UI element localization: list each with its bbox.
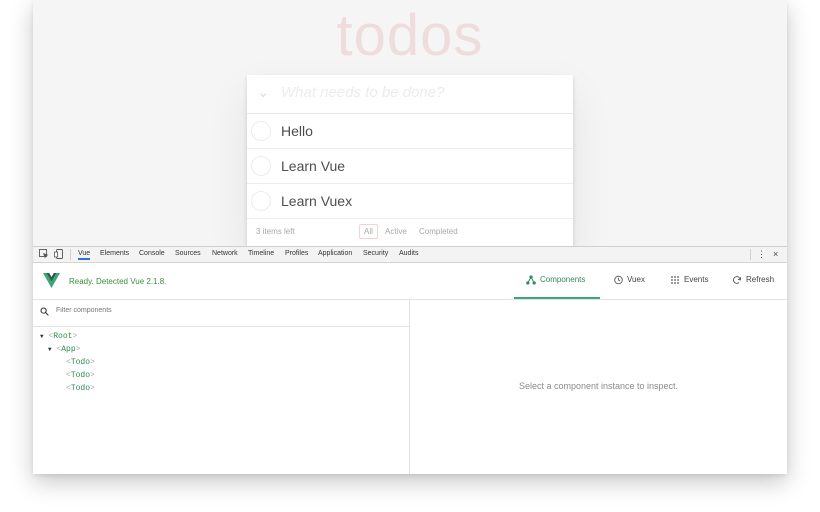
components-icon bbox=[526, 275, 536, 285]
tab-audits[interactable]: Audits bbox=[399, 250, 418, 257]
tab-events-label: Events bbox=[684, 275, 709, 284]
todo-label[interactable]: Hello bbox=[281, 123, 313, 139]
filter-active-link[interactable]: Active bbox=[380, 224, 412, 239]
todo-app: ⌄ Hello Learn Vue Learn Vuex 3 items lef… bbox=[247, 75, 573, 246]
browser-window: todos ⌄ Hello Learn Vue Learn Vuex 3 ite… bbox=[33, 0, 787, 474]
refresh-button[interactable]: Refresh bbox=[732, 275, 774, 299]
devtools-panel: Vue Elements Console Sources Network Tim… bbox=[33, 246, 787, 474]
tab-vuex-label: Vuex bbox=[627, 275, 645, 284]
new-todo-row: ⌄ bbox=[247, 75, 573, 114]
tab-profiles[interactable]: Profiles bbox=[285, 250, 308, 257]
search-icon bbox=[40, 307, 49, 316]
tab-timeline[interactable]: Timeline bbox=[248, 250, 274, 257]
tree-node-app[interactable]: ▼ <App> bbox=[48, 343, 80, 356]
todo-checkbox[interactable] bbox=[251, 156, 271, 176]
tree-node-root[interactable]: ▼ <Root> bbox=[40, 330, 77, 343]
tab-events[interactable]: Events bbox=[670, 275, 708, 299]
component-inspector-pane: Select a component instance to inspect. bbox=[410, 298, 787, 474]
todo-label[interactable]: Learn Vue bbox=[281, 158, 345, 174]
vue-status-message: Ready. Detected Vue 2.1.8. bbox=[69, 277, 167, 286]
history-icon bbox=[614, 275, 623, 285]
expand-arrow-icon[interactable]: ▼ bbox=[40, 333, 44, 340]
todo-item: Learn Vuex bbox=[247, 184, 573, 219]
filter-components-input[interactable] bbox=[56, 307, 356, 314]
toolbar-divider bbox=[750, 249, 751, 260]
tab-elements[interactable]: Elements bbox=[100, 250, 129, 257]
vue-logo-icon bbox=[43, 273, 60, 288]
refresh-icon bbox=[732, 276, 742, 284]
toggle-all-chevron-icon[interactable]: ⌄ bbox=[257, 83, 270, 101]
events-icon bbox=[671, 276, 679, 284]
toolbar-divider bbox=[70, 249, 71, 260]
more-options-icon[interactable]: ⋮ bbox=[757, 249, 766, 260]
tree-node-todo[interactable]: <Todo> bbox=[66, 382, 95, 395]
new-todo-input[interactable] bbox=[281, 84, 561, 101]
filter-row bbox=[33, 298, 409, 327]
vue-devtools-header: Ready. Detected Vue 2.1.8. Components Vu… bbox=[33, 263, 787, 300]
todo-label[interactable]: Learn Vuex bbox=[281, 193, 352, 209]
filter-all-link[interactable]: All bbox=[359, 224, 378, 239]
todo-checkbox[interactable] bbox=[251, 121, 271, 141]
refresh-label: Refresh bbox=[746, 275, 775, 284]
close-devtools-icon[interactable]: × bbox=[773, 249, 778, 259]
tree-node-todo[interactable]: <Todo> bbox=[66, 369, 95, 382]
inspect-placeholder-message: Select a component instance to inspect. bbox=[518, 381, 679, 391]
component-tree-pane: ▼ <Root> ▼ <App> <Todo> <Todo> <Todo> bbox=[33, 298, 410, 474]
devtools-tabbar: Vue Elements Console Sources Network Tim… bbox=[33, 246, 787, 263]
tab-network[interactable]: Network bbox=[212, 250, 238, 257]
device-toggle-icon[interactable] bbox=[54, 249, 64, 259]
tab-console[interactable]: Console bbox=[139, 250, 165, 257]
todo-item: Learn Vue bbox=[247, 149, 573, 184]
tab-sources[interactable]: Sources bbox=[175, 250, 201, 257]
tree-node-todo[interactable]: <Todo> bbox=[66, 356, 95, 369]
todo-footer: 3 items left All Active Completed bbox=[247, 219, 573, 243]
app-title: todos bbox=[336, 3, 484, 68]
tab-vue[interactable]: Vue bbox=[78, 250, 91, 260]
tab-components-label: Components bbox=[540, 275, 586, 284]
tab-security[interactable]: Security bbox=[363, 250, 388, 257]
todo-checkbox[interactable] bbox=[251, 191, 271, 211]
filter-completed-link[interactable]: Completed bbox=[414, 224, 463, 239]
tab-vuex[interactable]: Vuex bbox=[613, 275, 645, 299]
tab-application[interactable]: Application bbox=[318, 250, 352, 257]
tab-components[interactable]: Components bbox=[526, 275, 585, 299]
expand-arrow-icon[interactable]: ▼ bbox=[48, 346, 52, 353]
todo-item: Hello bbox=[247, 114, 573, 149]
items-left-count: 3 items left bbox=[256, 227, 295, 236]
inspect-element-icon[interactable] bbox=[39, 249, 49, 259]
